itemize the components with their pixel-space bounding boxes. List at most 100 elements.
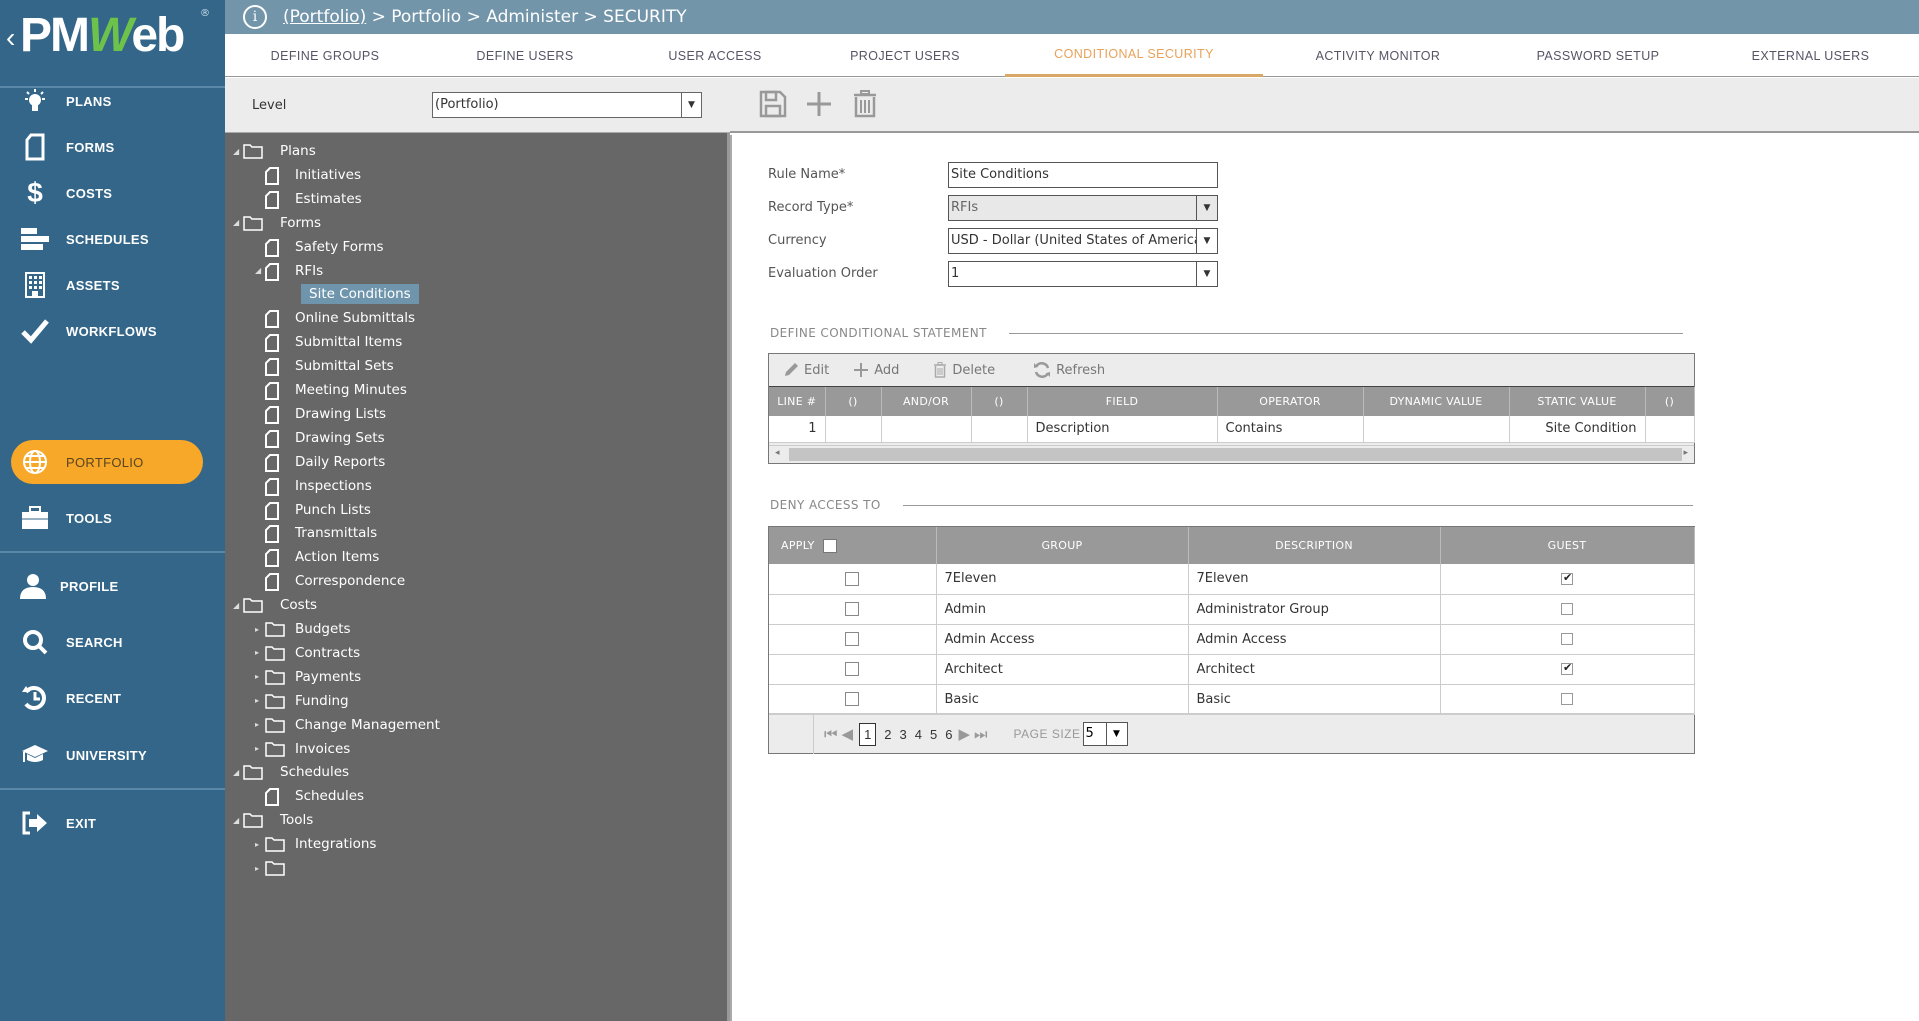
delete-rule-button[interactable] (848, 89, 882, 123)
expand-arrow-icon[interactable]: ▸ (255, 840, 265, 849)
column-header[interactable]: AND/OR (881, 387, 972, 416)
chevron-down-icon[interactable]: ▼ (681, 93, 701, 117)
table-cell[interactable] (825, 416, 882, 443)
column-header[interactable]: () (971, 387, 1028, 416)
rule-name-input[interactable]: Site Conditions (948, 162, 1218, 188)
table-row[interactable]: Basic Basic (769, 684, 1695, 715)
select-all-checkbox[interactable] (822, 538, 837, 553)
save-button[interactable] (756, 89, 790, 123)
tree-node[interactable]: Action Items (255, 546, 379, 568)
tab-conditional-security[interactable]: CONDITIONAL SECURITY (1005, 34, 1263, 77)
tree-node[interactable]: ◢ Schedules (233, 761, 349, 783)
tree-node[interactable]: ▸ Change Management (255, 714, 440, 736)
tree-node[interactable]: ▸ (255, 857, 295, 879)
chevron-down-icon[interactable]: ▼ (1196, 196, 1217, 220)
tree-node[interactable]: Safety Forms (255, 236, 384, 258)
scroll-right-icon[interactable]: ▸ (1683, 448, 1688, 458)
chevron-down-icon[interactable]: ▼ (1196, 262, 1217, 286)
table-cell[interactable]: 1 (769, 416, 826, 443)
table-row[interactable]: Architect Architect (769, 654, 1695, 685)
tree-node[interactable]: Drawing Sets (255, 427, 385, 449)
column-header[interactable]: FIELD (1027, 387, 1218, 416)
sidebar-item-portfolio[interactable]: PORTFOLIO (0, 440, 225, 484)
last-page-icon[interactable]: ⏭ (974, 725, 988, 743)
sidebar-item-plans[interactable]: PLANS (0, 79, 225, 123)
sidebar-item-search[interactable]: SEARCH (0, 620, 225, 664)
expand-arrow-icon[interactable]: ▸ (255, 672, 265, 681)
sidebar-item-forms[interactable]: FORMS (0, 125, 225, 169)
info-icon[interactable]: i (243, 5, 267, 29)
tree-node[interactable]: Initiatives (255, 164, 361, 186)
expand-arrow-icon[interactable]: ▸ (255, 720, 265, 729)
collapse-arrow-icon[interactable]: ◢ (233, 768, 243, 777)
tree-node[interactable]: ◢ RFIs (255, 260, 323, 282)
next-page-icon[interactable]: ▶ (958, 725, 970, 743)
apply-checkbox[interactable] (845, 602, 860, 616)
expand-arrow-icon[interactable]: ▸ (255, 744, 265, 753)
tree-node[interactable]: Online Submittals (255, 307, 415, 329)
sidebar-item-schedules[interactable]: SCHEDULES (0, 217, 225, 261)
tree-node[interactable]: Meeting Minutes (255, 379, 407, 401)
tree-node[interactable]: ◢ Tools (233, 809, 313, 831)
column-header-guest[interactable]: GUEST (1440, 527, 1695, 564)
tab-activity-monitor[interactable]: ACTIVITY MONITOR (1263, 34, 1493, 77)
collapse-arrow-icon[interactable]: ◢ (233, 147, 243, 156)
table-cell[interactable] (881, 416, 972, 443)
breadcrumb-portfolio-link[interactable]: (Portfolio) (283, 7, 366, 27)
delete-condition-button[interactable]: Delete (933, 362, 995, 378)
collapse-arrow-icon[interactable]: ◢ (255, 266, 265, 275)
chevron-down-icon[interactable]: ▼ (1196, 229, 1217, 253)
collapse-arrow-icon[interactable]: ◢ (233, 816, 243, 825)
currency-select[interactable]: USD - Dollar (United States of America) … (948, 228, 1218, 254)
tree-node[interactable]: ▸ Budgets (255, 618, 351, 640)
add-condition-button[interactable]: Add (853, 362, 899, 378)
tree-node[interactable]: Estimates (255, 188, 362, 210)
scroll-left-icon[interactable]: ◂ (775, 448, 780, 458)
sidebar-item-university[interactable]: UNIVERSITY (0, 733, 225, 777)
table-cell[interactable]: Site Condition (1509, 416, 1646, 443)
scrollbar-thumb[interactable] (789, 448, 1682, 461)
tree-node[interactable]: ▸ Contracts (255, 642, 360, 664)
tree-node[interactable]: Drawing Lists (255, 403, 386, 425)
apply-checkbox[interactable] (845, 632, 860, 646)
table-cell[interactable]: Description (1027, 416, 1218, 443)
tree-node[interactable]: ▸ Funding (255, 690, 349, 712)
table-cell[interactable] (971, 416, 1028, 443)
sidebar-item-costs[interactable]: $ COSTS (0, 171, 225, 215)
pmweb-logo[interactable]: ‹ PMWeb ® (0, 0, 225, 88)
collapse-sidebar-icon[interactable]: ‹ (6, 22, 15, 54)
tree-node[interactable]: Submittal Sets (255, 355, 394, 377)
sidebar-item-exit[interactable]: EXIT (0, 801, 225, 845)
column-header-group[interactable]: GROUP (936, 527, 1189, 564)
tree-node[interactable]: Punch Lists (255, 499, 371, 521)
page-number[interactable]: 1 (859, 722, 877, 746)
collapse-arrow-icon[interactable]: ◢ (233, 601, 243, 610)
column-header[interactable]: LINE # (769, 387, 826, 416)
sidebar-item-workflows[interactable]: WORKFLOWS (0, 309, 225, 353)
tree-node[interactable]: Site Conditions (281, 283, 419, 305)
page-number[interactable]: 2 (884, 727, 891, 742)
expand-arrow-icon[interactable]: ▸ (255, 625, 265, 634)
prev-page-icon[interactable]: ◀ (842, 725, 854, 743)
tree-node[interactable]: Submittal Items (255, 331, 402, 353)
column-header[interactable]: OPERATOR (1217, 387, 1364, 416)
page-size-select[interactable]: 5 ▼ (1082, 722, 1128, 746)
sidebar-item-profile[interactable]: PROFILE (0, 564, 225, 608)
refresh-button[interactable]: Refresh (1033, 361, 1105, 379)
page-number[interactable]: 4 (915, 727, 922, 742)
add-rule-button[interactable] (802, 89, 836, 123)
page-number[interactable]: 6 (945, 727, 952, 742)
column-header[interactable]: DYNAMIC VALUE (1363, 387, 1510, 416)
collapse-arrow-icon[interactable]: ◢ (233, 218, 243, 227)
expand-arrow-icon[interactable]: ▸ (255, 864, 265, 873)
record-type-select[interactable]: RFIs ▼ (948, 195, 1218, 221)
evaluation-order-select[interactable]: 1 ▼ (948, 261, 1218, 287)
tab-external-users[interactable]: EXTERNAL USERS (1703, 34, 1918, 77)
first-page-icon[interactable]: ⏮ (824, 725, 838, 743)
column-header[interactable]: () (1645, 387, 1695, 416)
level-select[interactable]: (Portfolio) ▼ (432, 92, 702, 118)
table-row[interactable]: Admin Administrator Group (769, 594, 1695, 625)
table-row[interactable]: Admin Access Admin Access (769, 624, 1695, 655)
table-cell[interactable] (1363, 416, 1510, 443)
tree-node[interactable]: Transmittals (255, 522, 377, 544)
